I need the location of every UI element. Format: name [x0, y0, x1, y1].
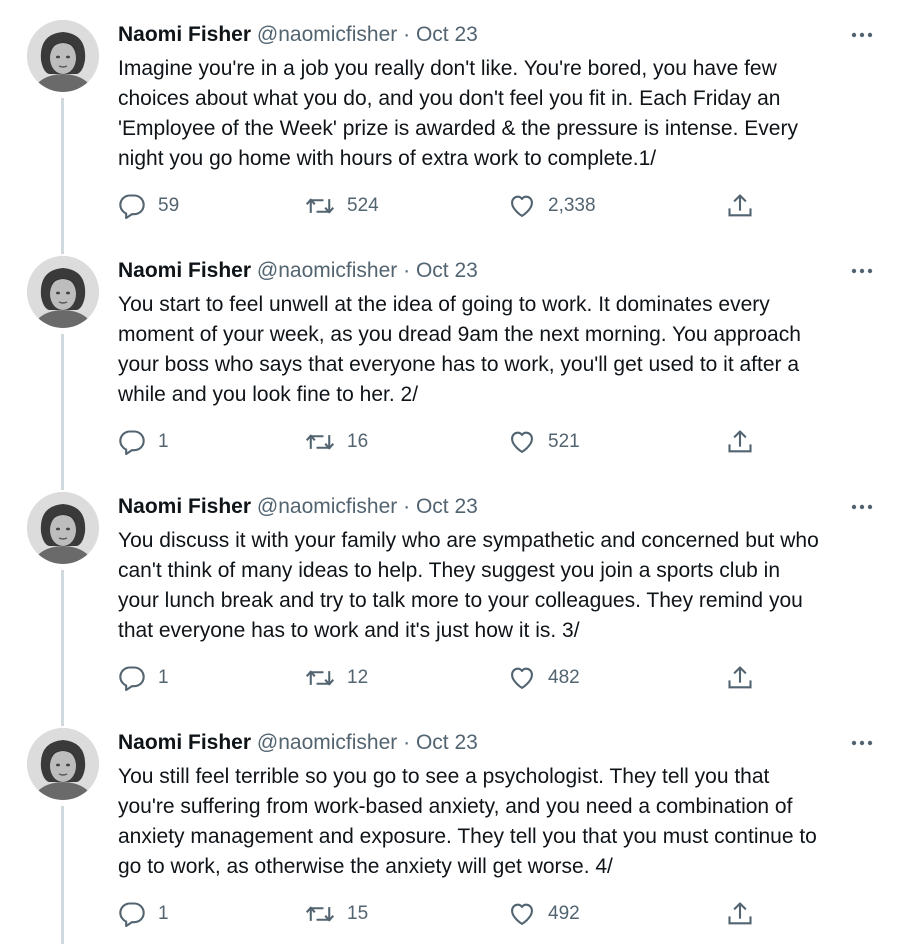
- tweet[interactable]: Naomi Fisher @naomicfisher · Oct 23 You …: [0, 472, 910, 708]
- retweet-count: 15: [347, 903, 369, 924]
- thread-connector-line: [61, 472, 64, 490]
- author-name[interactable]: Naomi Fisher: [118, 731, 251, 754]
- retweet-button[interactable]: 524: [305, 188, 379, 224]
- thread-connector-line: [61, 236, 64, 254]
- reply-button[interactable]: 59: [118, 188, 179, 224]
- tweet-text: You discuss it with your family who are …: [118, 529, 819, 642]
- separator-dot: ·: [403, 495, 411, 518]
- reply-button[interactable]: 1: [118, 896, 169, 932]
- share-icon: [728, 430, 752, 453]
- more-options-button[interactable]: [848, 24, 876, 46]
- tweet-actions: 59 524 2,338: [0, 188, 910, 224]
- share-icon: [728, 194, 752, 217]
- avatar[interactable]: [27, 20, 99, 92]
- like-button[interactable]: 2,338: [508, 188, 596, 224]
- tweet-date[interactable]: Oct 23: [416, 23, 478, 46]
- tweet-text: You still feel terrible so you go to see…: [118, 765, 817, 878]
- separator-dot: ·: [403, 23, 411, 46]
- retweet-count: 12: [347, 667, 369, 688]
- tweet-actions: 1 15 492: [0, 896, 910, 932]
- retweet-count: 16: [347, 431, 369, 452]
- reply-count: 1: [158, 667, 169, 688]
- tweet[interactable]: Naomi Fisher @naomicfisher · Oct 23 Imag…: [0, 0, 910, 236]
- heart-icon: [511, 195, 533, 217]
- share-button[interactable]: [726, 896, 754, 932]
- like-count: 2,338: [548, 195, 596, 216]
- share-button[interactable]: [726, 660, 754, 696]
- reply-button[interactable]: 1: [118, 660, 169, 696]
- reply-icon: [119, 902, 145, 928]
- reply-icon: [119, 666, 145, 692]
- author-name[interactable]: Naomi Fisher: [118, 23, 251, 46]
- tweet-actions: 1 12 482: [0, 660, 910, 696]
- retweet-button[interactable]: 12: [305, 660, 368, 696]
- tweet[interactable]: Naomi Fisher @naomicfisher · Oct 23 You …: [0, 708, 910, 944]
- reply-icon: [119, 430, 145, 456]
- share-icon: [728, 666, 752, 689]
- like-button[interactable]: 521: [508, 424, 580, 460]
- thread-connector-line: [61, 708, 64, 726]
- tweet-header: Naomi Fisher @naomicfisher · Oct 23: [118, 258, 478, 284]
- tweet-thread: Naomi Fisher @naomicfisher · Oct 23 Imag…: [0, 0, 910, 944]
- retweet-icon: [305, 906, 335, 922]
- like-count: 482: [548, 667, 580, 688]
- heart-icon: [511, 667, 533, 689]
- separator-dot: ·: [403, 259, 411, 282]
- tweet-header: Naomi Fisher @naomicfisher · Oct 23: [118, 22, 478, 48]
- more-options-button[interactable]: [848, 496, 876, 518]
- tweet-text: You start to feel unwell at the idea of …: [118, 293, 801, 406]
- more-options-button[interactable]: [848, 732, 876, 754]
- tweet-date[interactable]: Oct 23: [416, 495, 478, 518]
- separator-dot: ·: [403, 731, 411, 754]
- tweet-actions: 1 16 521: [0, 424, 910, 460]
- more-icon: [851, 504, 873, 510]
- author-handle[interactable]: @naomicfisher: [257, 23, 397, 46]
- more-icon: [851, 32, 873, 38]
- more-icon: [851, 740, 873, 746]
- tweet-date[interactable]: Oct 23: [416, 731, 478, 754]
- retweet-count: 524: [347, 195, 379, 216]
- author-name[interactable]: Naomi Fisher: [118, 495, 251, 518]
- share-button[interactable]: [726, 424, 754, 460]
- avatar[interactable]: [27, 728, 99, 800]
- share-icon: [728, 902, 752, 925]
- reply-count: 1: [158, 431, 169, 452]
- tweet-date[interactable]: Oct 23: [416, 259, 478, 282]
- author-handle[interactable]: @naomicfisher: [257, 731, 397, 754]
- author-handle[interactable]: @naomicfisher: [257, 259, 397, 282]
- like-count: 492: [548, 903, 580, 924]
- more-options-button[interactable]: [848, 260, 876, 282]
- heart-icon: [511, 431, 533, 453]
- like-count: 521: [548, 431, 580, 452]
- heart-icon: [511, 903, 533, 925]
- like-button[interactable]: 482: [508, 660, 580, 696]
- author-handle[interactable]: @naomicfisher: [257, 495, 397, 518]
- reply-icon: [119, 194, 145, 220]
- reply-button[interactable]: 1: [118, 424, 169, 460]
- tweet[interactable]: Naomi Fisher @naomicfisher · Oct 23 You …: [0, 236, 910, 472]
- retweet-button[interactable]: 16: [305, 424, 368, 460]
- like-button[interactable]: 492: [508, 896, 580, 932]
- more-icon: [851, 268, 873, 274]
- retweet-icon: [305, 434, 335, 450]
- reply-count: 59: [158, 195, 180, 216]
- tweet-header: Naomi Fisher @naomicfisher · Oct 23: [118, 494, 478, 520]
- retweet-icon: [305, 670, 335, 686]
- reply-count: 1: [158, 903, 169, 924]
- retweet-icon: [305, 198, 335, 214]
- share-button[interactable]: [726, 188, 754, 224]
- retweet-button[interactable]: 15: [305, 896, 368, 932]
- tweet-text: Imagine you're in a job you really don't…: [118, 57, 798, 170]
- avatar[interactable]: [27, 256, 99, 328]
- author-name[interactable]: Naomi Fisher: [118, 259, 251, 282]
- avatar[interactable]: [27, 492, 99, 564]
- tweet-header: Naomi Fisher @naomicfisher · Oct 23: [118, 730, 478, 756]
